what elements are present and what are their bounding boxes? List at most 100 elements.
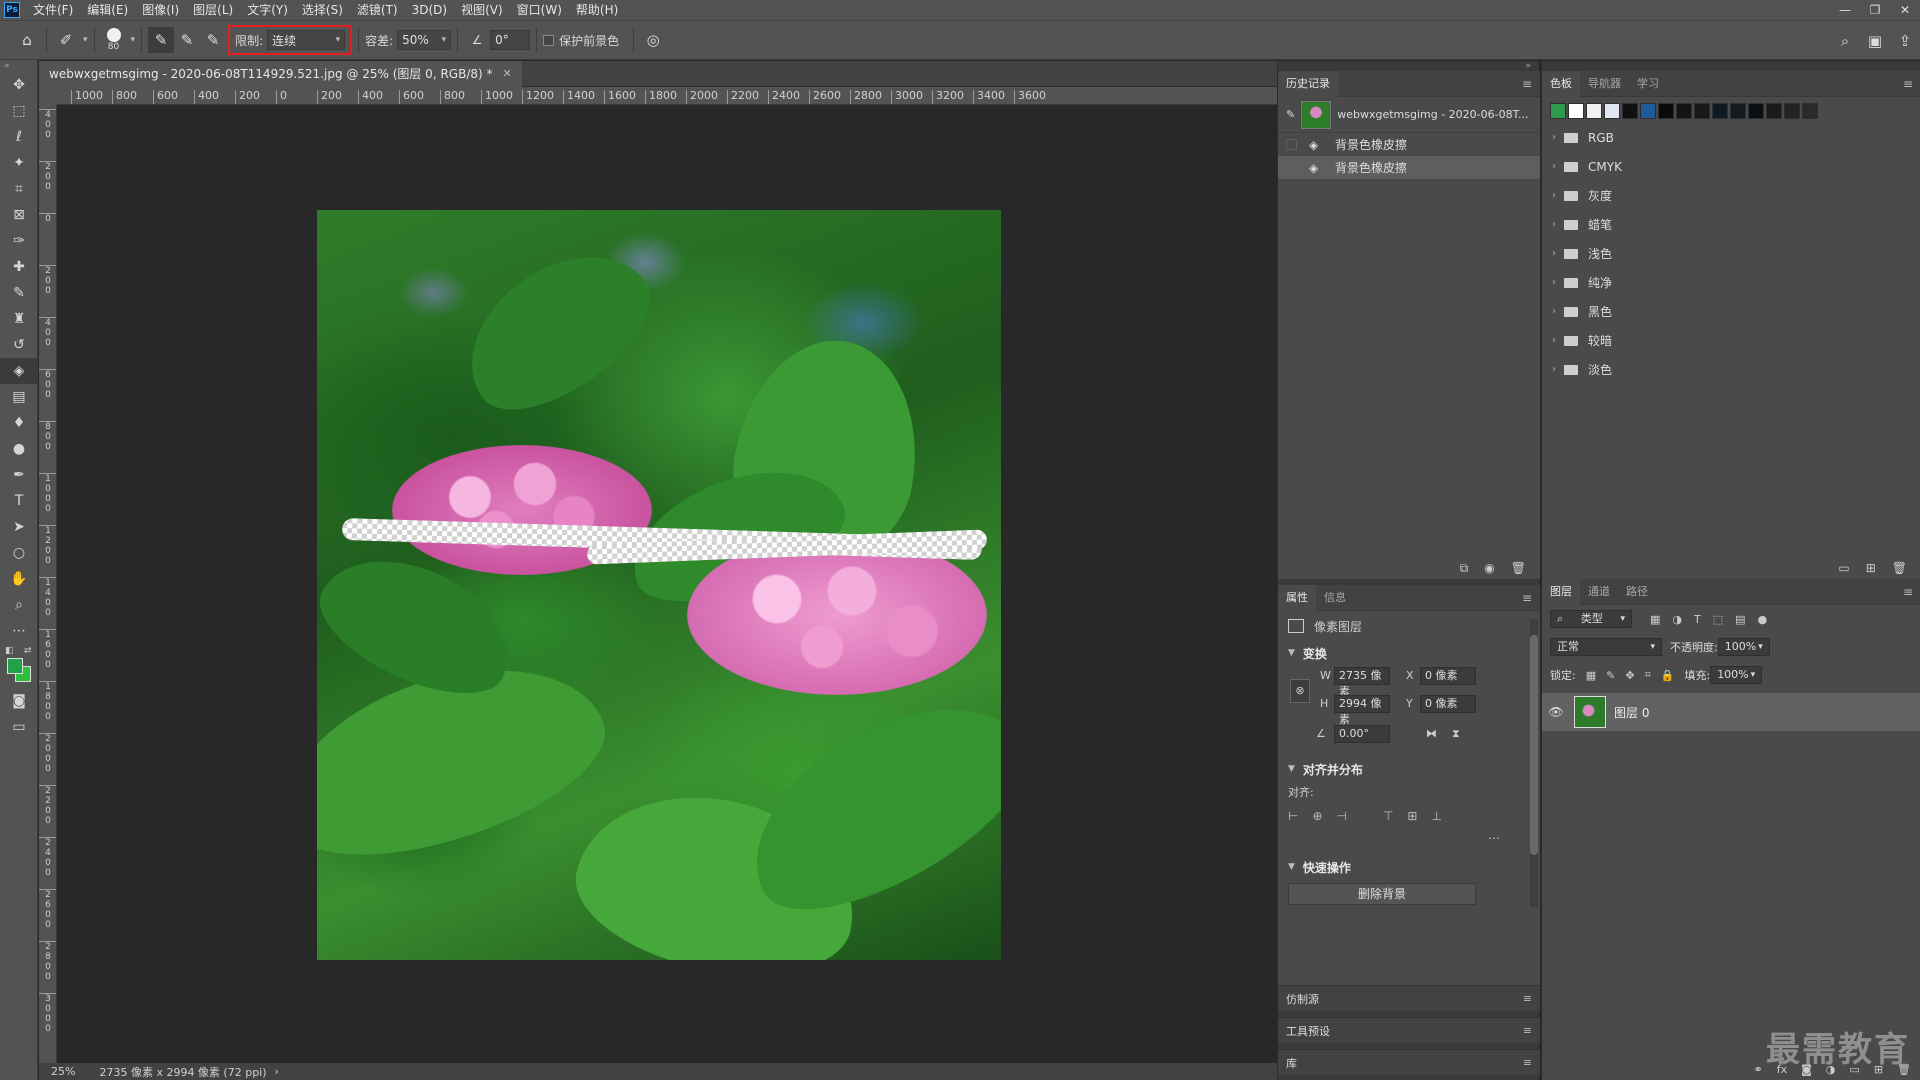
color-swatch[interactable] (1730, 103, 1746, 119)
rotation-input[interactable]: 0.00° (1334, 725, 1390, 743)
menu-window[interactable]: 窗口(W) (510, 0, 569, 20)
lasso-tool-icon[interactable]: ℓ (0, 124, 38, 150)
share-icon[interactable]: ⇪ (1890, 32, 1920, 50)
pen-tool-icon[interactable]: ✒ (0, 462, 38, 488)
swatch-group[interactable]: › 较暗 (1542, 326, 1920, 355)
history-state[interactable]: ◈ 背景色橡皮擦 (1278, 133, 1540, 156)
color-swatch[interactable] (1694, 103, 1710, 119)
panel-menu-icon[interactable]: ≡ (1523, 992, 1532, 1005)
align-hcenter-icon[interactable]: ⊕ (1312, 809, 1322, 823)
color-swatch[interactable] (1550, 103, 1566, 119)
libraries-panel[interactable]: 库 ≡ (1278, 1049, 1540, 1075)
chevron-right-icon[interactable]: › (1552, 364, 1556, 375)
tab-navigator[interactable]: 导航器 (1580, 71, 1629, 97)
move-tool-icon[interactable]: ✥ (0, 72, 38, 98)
color-swatch[interactable] (1640, 103, 1656, 119)
more-tools-icon[interactable]: ⋯ (0, 618, 38, 644)
tab-swatches[interactable]: 色板 (1542, 70, 1580, 97)
quick-mask-icon[interactable]: ◙ (0, 688, 38, 714)
history-brush-source-icon[interactable]: ✎ (1286, 108, 1295, 121)
color-swatch[interactable] (1568, 103, 1584, 119)
color-swatch[interactable] (1766, 103, 1782, 119)
flip-vertical-icon[interactable]: ⧗ (1452, 727, 1460, 741)
filter-type-icon[interactable]: T (1694, 613, 1701, 626)
layer-thumbnail[interactable] (1574, 696, 1606, 728)
tab-layers[interactable]: 图层 (1542, 578, 1580, 605)
hydrangea-photo[interactable] (317, 210, 1001, 960)
width-input[interactable]: 2735 像素 (1334, 667, 1390, 698)
menu-help[interactable]: 帮助(H) (569, 0, 625, 20)
menu-filter[interactable]: 滤镜(T) (350, 0, 405, 20)
minimize-button[interactable]: — (1830, 0, 1860, 20)
panel-menu-icon[interactable]: ≡ (1903, 71, 1913, 97)
hand-tool-icon[interactable]: ✋ (0, 566, 38, 592)
sampling-once-icon[interactable]: ✎ (174, 27, 200, 53)
chevron-right-icon[interactable]: › (1552, 306, 1556, 317)
restore-button[interactable]: ❐ (1860, 0, 1890, 20)
menu-type[interactable]: 文字(Y) (240, 0, 295, 20)
brush-angle-input[interactable]: 0° (490, 30, 531, 50)
color-swatch[interactable] (1748, 103, 1764, 119)
filter-pixel-icon[interactable]: ▦ (1650, 613, 1660, 626)
type-tool-icon[interactable]: T (0, 488, 38, 514)
color-swatch[interactable] (1604, 103, 1620, 119)
new-swatch-icon[interactable]: ⊞ (1866, 561, 1876, 575)
swatch-group[interactable]: › 浅色 (1542, 239, 1920, 268)
chevron-down-icon[interactable]: ▾ (83, 35, 88, 45)
transform-section-header[interactable]: ▼ 变换 (1278, 641, 1540, 665)
blend-mode-select[interactable]: 正常 ▾ (1550, 638, 1662, 656)
background-eraser-tool-icon[interactable]: ◈ (0, 358, 38, 384)
color-swatch[interactable] (1802, 103, 1818, 119)
home-icon[interactable]: ⌂ (14, 27, 40, 53)
chevron-right-icon[interactable]: › (1552, 190, 1556, 201)
menu-image[interactable]: 图像(I) (135, 0, 186, 20)
blur-tool-icon[interactable]: ♦ (0, 410, 38, 436)
default-colors-icon[interactable]: ◧ (5, 646, 14, 656)
fill-input[interactable]: 100% ▾ (1710, 666, 1763, 684)
tab-info[interactable]: 信息 (1316, 585, 1354, 611)
close-button[interactable]: ✕ (1890, 0, 1920, 20)
tool-presets-panel[interactable]: 工具预设 ≡ (1278, 1017, 1540, 1043)
foreground-color-swatch[interactable] (7, 658, 23, 674)
protect-foreground-checkbox[interactable] (543, 34, 555, 46)
scrollbar-thumb[interactable] (1530, 635, 1538, 855)
color-swatch[interactable] (1622, 103, 1638, 119)
remove-background-button[interactable]: 删除背景 (1288, 883, 1476, 905)
tab-learn[interactable]: 学习 (1629, 71, 1667, 97)
collapse-toolbar-icon[interactable]: » (0, 60, 37, 72)
align-bottom-icon[interactable]: ⊥ (1431, 809, 1441, 823)
trash-icon[interactable]: 🗑 (1511, 561, 1526, 575)
chevron-right-icon[interactable]: › (1552, 335, 1556, 346)
swatch-group[interactable]: › CMYK (1542, 152, 1920, 181)
eye-icon[interactable]: 👁 (1542, 705, 1570, 719)
sampling-continuous-icon[interactable]: ✎ (148, 27, 175, 53)
crop-tool-icon[interactable]: ⌗ (0, 176, 38, 202)
layer-name[interactable]: 图层 0 (1614, 704, 1649, 721)
panel-menu-icon[interactable]: ≡ (1522, 71, 1532, 97)
align-right-icon[interactable]: ⊣ (1337, 809, 1347, 823)
swatch-group[interactable]: › 淡色 (1542, 355, 1920, 384)
lock-artboard-icon[interactable]: ⌗ (1645, 668, 1651, 682)
opacity-input[interactable]: 100% ▾ (1717, 638, 1770, 656)
chevron-right-icon[interactable]: › (1552, 161, 1556, 172)
panel-menu-icon[interactable]: ≡ (1903, 579, 1913, 605)
trash-icon[interactable]: 🗑 (1892, 561, 1907, 575)
history-brush-tool-icon[interactable]: ↺ (0, 332, 38, 358)
color-swatch[interactable] (1658, 103, 1674, 119)
swatch-group[interactable]: › 纯净 (1542, 268, 1920, 297)
history-snapshot[interactable]: ✎ webwxgetmsgimg - 2020-06-08T... (1278, 97, 1540, 133)
filter-shape-icon[interactable]: ⬚ (1713, 613, 1723, 626)
tab-history[interactable]: 历史记录 (1278, 70, 1338, 97)
quick-actions-section-header[interactable]: ▼ 快速操作 (1278, 855, 1540, 879)
tab-channels[interactable]: 通道 (1580, 579, 1618, 605)
more-options-icon[interactable]: ⋯ (1488, 831, 1500, 845)
pressure-size-icon[interactable]: ◎ (640, 27, 666, 53)
swap-colors-icon[interactable]: ⇄ (24, 646, 32, 656)
collapse-dock-icon[interactable]: » (1278, 61, 1539, 71)
x-input[interactable]: 0 像素 (1420, 667, 1476, 685)
menu-edit[interactable]: 编辑(E) (80, 0, 135, 20)
history-state-selected[interactable]: ◈ 背景色橡皮擦 (1278, 156, 1540, 179)
clone-source-panel[interactable]: 仿制源 ≡ (1278, 985, 1540, 1011)
color-swatch[interactable] (1784, 103, 1800, 119)
new-snapshot-icon[interactable]: ◉ (1484, 561, 1494, 575)
